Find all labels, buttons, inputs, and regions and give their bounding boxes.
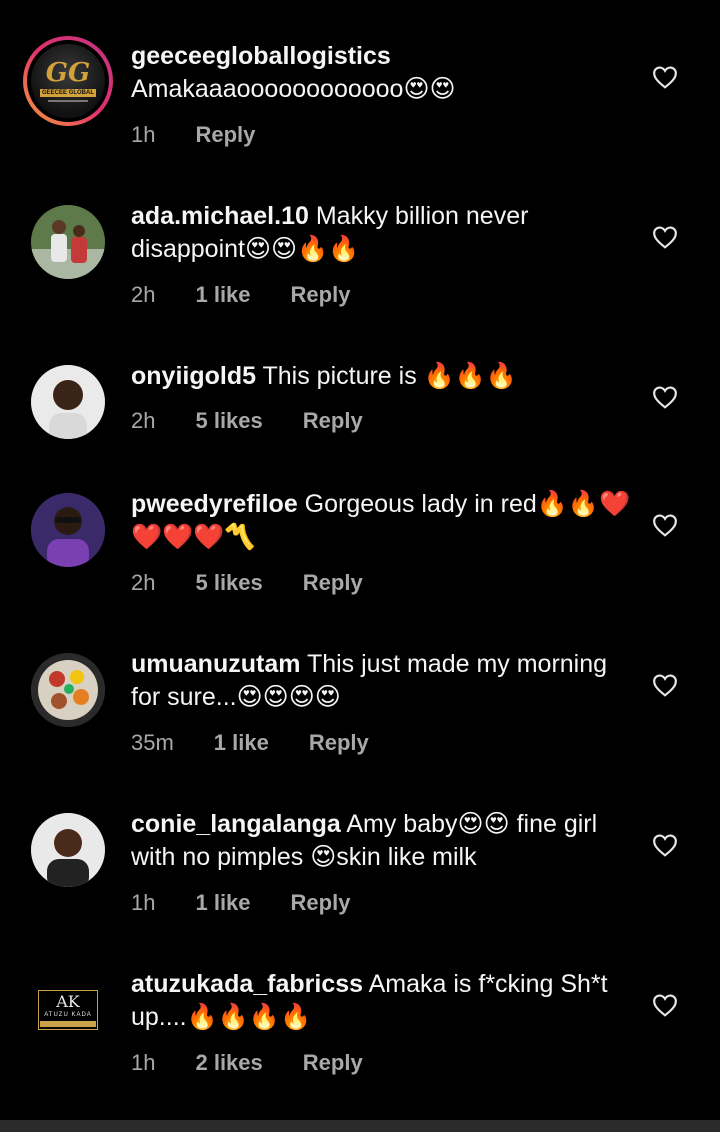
heart-outline-icon[interactable]	[652, 385, 678, 409]
comment-meta: 1h 2 likes Reply	[131, 1050, 363, 1076]
like-count[interactable]: 5 likes	[195, 408, 262, 434]
comment-item: onyiigold5 This picture is 🔥🔥🔥 2h 5 like…	[0, 320, 720, 460]
comment-item: pweedyrefiloe Gorgeous lady in red🔥🔥❤️❤️…	[0, 448, 720, 595]
profile-photo	[31, 205, 105, 279]
comment-text: atuzukada_fabricss Amaka is f*cking Sh*t…	[131, 968, 631, 1034]
timestamp: 2h	[131, 408, 156, 433]
heart-outline-icon[interactable]	[652, 673, 678, 697]
avatar[interactable]	[31, 813, 105, 887]
profile-photo	[31, 653, 105, 727]
like-count[interactable]: 1 like	[195, 890, 250, 916]
like-count[interactable]: 1 like	[195, 282, 250, 308]
username[interactable]: atuzukada_fabricss	[131, 970, 363, 998]
reply-button[interactable]: Reply	[291, 890, 351, 916]
avatar[interactable]	[31, 205, 105, 279]
timestamp: 35m	[131, 730, 174, 755]
comment-body: This picture is 🔥🔥🔥	[256, 362, 518, 390]
comment-meta: 35m 1 like Reply	[131, 730, 369, 756]
timestamp: 2h	[131, 282, 156, 307]
like-count[interactable]: 5 likes	[195, 570, 262, 596]
comment-text: conie_langalanga Amy baby😍😍 fine girl wi…	[131, 808, 631, 874]
comment-item: ada.michael.10 Makky billion never disap…	[0, 160, 720, 307]
comment-body: Amakaaaoooooooooooo😍😍	[131, 75, 456, 103]
timestamp: 2h	[131, 570, 156, 595]
brand-logo: GG GEECEE GLOBAL	[27, 40, 109, 122]
comment-item: conie_langalanga Amy baby😍😍 fine girl wi…	[0, 768, 720, 915]
comment-meta: 2h 5 likes Reply	[131, 570, 363, 596]
avatar[interactable]	[31, 365, 105, 439]
heart-outline-icon[interactable]	[652, 513, 678, 537]
like-count[interactable]: 1 like	[214, 730, 269, 756]
comment-item: AK ATUZU KADA atuzukada_fabricss Amaka i…	[0, 928, 720, 1075]
username[interactable]: ada.michael.10	[131, 202, 309, 230]
reply-button[interactable]: Reply	[303, 1050, 363, 1076]
username[interactable]: onyiigold5	[131, 362, 256, 390]
timestamp: 1h	[131, 890, 156, 915]
username[interactable]: geeceegloballogistics	[131, 40, 631, 73]
comment-meta: 1h Reply	[131, 122, 255, 148]
username[interactable]: pweedyrefiloe	[131, 490, 298, 518]
avatar[interactable]: GG GEECEE GLOBAL	[23, 36, 113, 126]
reply-button[interactable]: Reply	[309, 730, 369, 756]
profile-photo	[31, 493, 105, 567]
timestamp: 1h	[131, 1050, 156, 1075]
profile-photo	[31, 365, 105, 439]
reply-button[interactable]: Reply	[291, 282, 351, 308]
username[interactable]: umuanuzutam	[131, 650, 300, 678]
comment-text: pweedyrefiloe Gorgeous lady in red🔥🔥❤️❤️…	[131, 488, 631, 554]
like-count[interactable]: 2 likes	[195, 1050, 262, 1076]
bottom-bar	[0, 1120, 720, 1132]
avatar[interactable]: AK ATUZU KADA	[31, 973, 105, 1047]
reply-button[interactable]: Reply	[303, 408, 363, 434]
avatar[interactable]	[31, 653, 105, 727]
comment-text: onyiigold5 This picture is 🔥🔥🔥	[131, 360, 631, 393]
heart-outline-icon[interactable]	[652, 65, 678, 89]
comment-item: GG GEECEE GLOBAL geeceegloballogistics A…	[0, 0, 720, 147]
comment-text: geeceegloballogistics Amakaaaooooooooooo…	[131, 40, 631, 106]
comment-meta: 2h 5 likes Reply	[131, 408, 363, 434]
heart-outline-icon[interactable]	[652, 225, 678, 249]
comment-item: umuanuzutam This just made my morning fo…	[0, 608, 720, 755]
heart-outline-icon[interactable]	[652, 993, 678, 1017]
comment-meta: 2h 1 like Reply	[131, 282, 350, 308]
comment-meta: 1h 1 like Reply	[131, 890, 350, 916]
comment-text: ada.michael.10 Makky billion never disap…	[131, 200, 631, 266]
username[interactable]: conie_langalanga	[131, 810, 341, 838]
reply-button[interactable]: Reply	[303, 570, 363, 596]
timestamp: 1h	[131, 122, 156, 147]
reply-button[interactable]: Reply	[195, 122, 255, 148]
comment-text: umuanuzutam This just made my morning fo…	[131, 648, 631, 714]
brand-logo: AK ATUZU KADA	[31, 973, 105, 1047]
profile-photo	[31, 813, 105, 887]
avatar[interactable]	[31, 493, 105, 567]
heart-outline-icon[interactable]	[652, 833, 678, 857]
